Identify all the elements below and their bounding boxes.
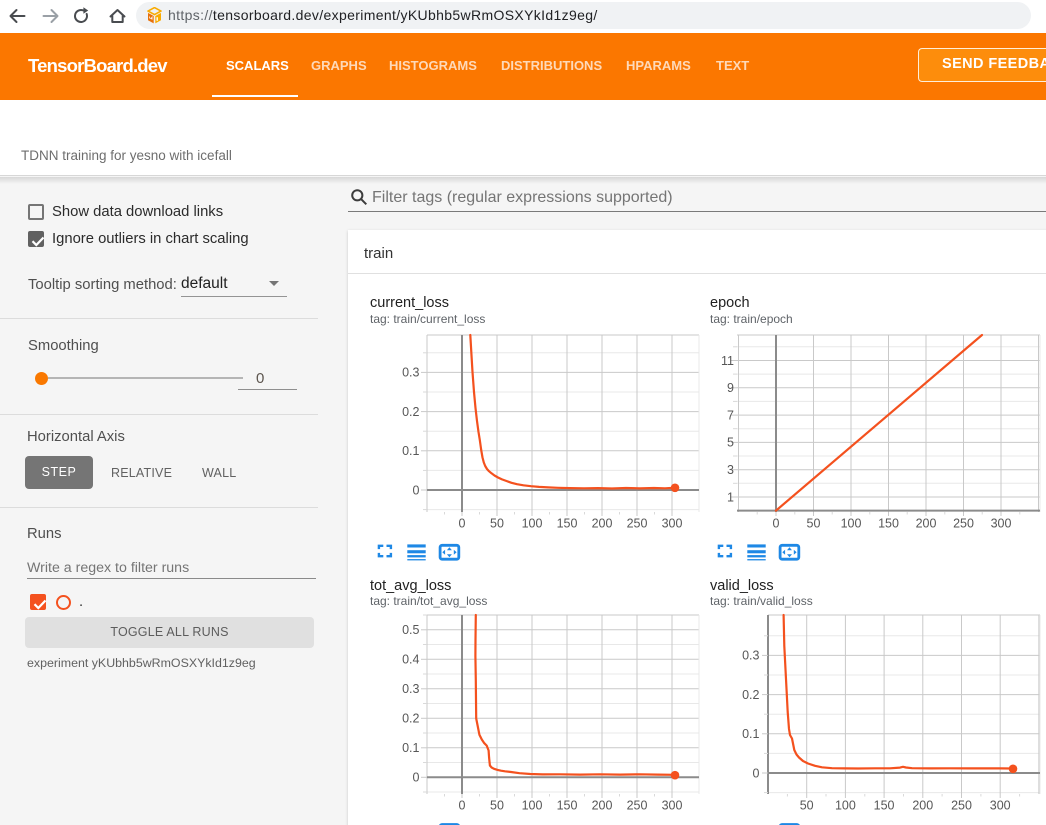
svg-text:0: 0	[753, 766, 760, 780]
svg-text:0.4: 0.4	[402, 653, 419, 667]
svg-text:200: 200	[592, 517, 613, 531]
svg-text:0.2: 0.2	[402, 712, 419, 726]
svg-text:250: 250	[953, 517, 974, 531]
svg-text:300: 300	[991, 517, 1012, 531]
svg-text:1: 1	[727, 490, 734, 504]
svg-text:300: 300	[662, 799, 683, 813]
svg-text:0.3: 0.3	[402, 682, 419, 696]
svg-text:200: 200	[912, 799, 933, 813]
svg-text:0.1: 0.1	[742, 727, 759, 741]
svg-text:250: 250	[627, 799, 648, 813]
svg-text:300: 300	[990, 799, 1011, 813]
svg-text:0.2: 0.2	[742, 688, 759, 702]
svg-text:150: 150	[878, 517, 899, 531]
svg-text:100: 100	[522, 517, 543, 531]
svg-text:300: 300	[662, 517, 683, 531]
svg-text:50: 50	[800, 799, 814, 813]
svg-text:100: 100	[841, 517, 862, 531]
svg-text:100: 100	[835, 799, 856, 813]
svg-text:11: 11	[721, 354, 734, 368]
svg-text:200: 200	[592, 799, 613, 813]
svg-text:7: 7	[727, 408, 734, 422]
svg-text:5: 5	[727, 436, 734, 450]
svg-text:0.1: 0.1	[402, 444, 419, 458]
svg-text:0: 0	[459, 799, 466, 813]
svg-text:250: 250	[951, 799, 972, 813]
svg-text:50: 50	[490, 799, 504, 813]
svg-text:0.3: 0.3	[742, 649, 759, 663]
svg-text:0: 0	[459, 517, 466, 531]
svg-text:250: 250	[627, 517, 648, 531]
svg-text:0.5: 0.5	[402, 623, 419, 637]
svg-text:0.1: 0.1	[402, 741, 419, 755]
svg-text:0.3: 0.3	[402, 366, 419, 380]
svg-text:0: 0	[413, 483, 420, 497]
svg-text:3: 3	[727, 463, 734, 477]
svg-text:200: 200	[916, 517, 937, 531]
svg-text:150: 150	[557, 517, 578, 531]
svg-text:9: 9	[727, 381, 734, 395]
svg-text:0.2: 0.2	[402, 405, 419, 419]
svg-text:0: 0	[773, 517, 780, 531]
svg-text:150: 150	[874, 799, 895, 813]
svg-text:50: 50	[807, 517, 821, 531]
svg-text:0: 0	[413, 771, 420, 785]
svg-text:50: 50	[490, 517, 504, 531]
svg-text:150: 150	[557, 799, 578, 813]
svg-text:100: 100	[522, 799, 543, 813]
